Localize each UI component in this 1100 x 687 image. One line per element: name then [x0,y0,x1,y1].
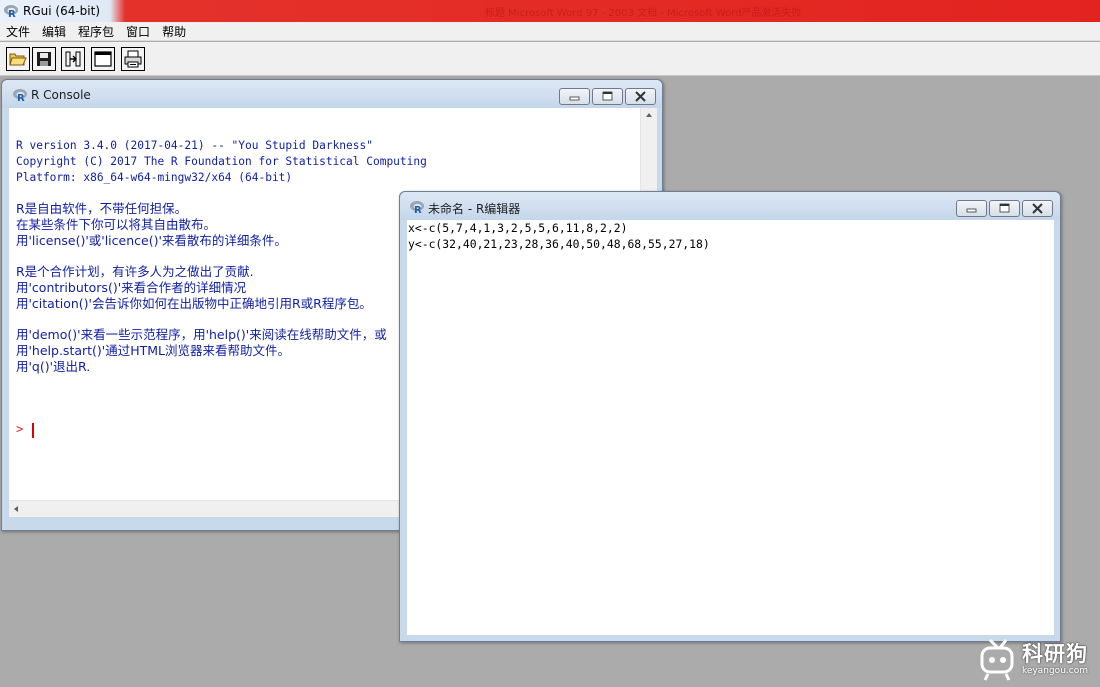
print-button[interactable] [121,47,145,71]
close-icon [635,91,646,102]
console-line: 用'contributors()'来看合作者的详细情况 [16,280,247,295]
menu-packages[interactable]: 程序包 [72,23,120,40]
menu-bar: 文件 编辑 程序包 窗口 帮助 [0,22,1100,41]
console-minimize-button[interactable] [559,88,590,105]
restore-icon [602,91,613,101]
open-script-button[interactable] [6,47,30,71]
app-titlebar[interactable]: R RGui (64-bit) 标题 Microsoft Word 97 - 2… [0,0,1100,22]
console-line: 用'citation()'会告诉你如何在出版物中正确地引用R或R程序包。 [16,296,372,311]
dog-mascot-icon [980,638,1014,681]
restore-icon [999,203,1010,213]
watermark-text: 科研狗 [1022,642,1088,666]
minimize-icon [966,208,977,213]
load-workspace-button[interactable] [61,47,85,71]
svg-text:R: R [8,9,16,19]
console-button[interactable] [91,47,115,71]
console-line: 用'help.start()'通过HTML浏览器来看帮助文件。 [16,343,291,358]
editor-close-button[interactable] [1022,200,1053,217]
menu-help[interactable]: 帮助 [156,23,192,40]
svg-text:R: R [17,93,25,103]
r-logo-icon: R [13,89,27,103]
toolbar [0,42,1100,76]
save-disk-icon [37,52,51,66]
watermark-logo: 科研狗 keyangou.com [976,636,1088,684]
print-icon [124,50,142,68]
open-folder-icon [9,53,27,66]
watermark-url: keyangou.com [1022,666,1088,676]
console-line: Copyright (C) 2017 The R Foundation for … [16,155,427,168]
console-line: R是个合作计划，有许多人为之做出了贡献. [16,264,254,279]
console-line: 在某些条件下你可以将其自由散布。 [16,217,217,232]
console-line: 用'license()'或'licence()'来看散布的详细条件。 [16,233,287,248]
console-restore-button[interactable] [592,88,623,105]
editor-code-line[interactable]: x<-c(5,7,4,1,3,2,5,5,6,11,8,2,2) [408,220,627,236]
console-line: 用'demo()'来看一些示范程序，用'help()'来阅读在线帮助文件，或 [16,327,387,342]
console-line: R是自由软件，不带任何担保。 [16,201,188,216]
scroll-left-arrow-icon[interactable] [14,506,18,512]
editor-text-area[interactable]: x<-c(5,7,4,1,3,2,5,5,6,11,8,2,2) y<-c(32… [407,220,1054,635]
app-title: RGui (64-bit) [23,4,101,18]
editor-minimize-button[interactable] [956,200,987,217]
console-line: Platform: x86_64-w64-mingw32/x64 (64-bit… [16,171,293,184]
console-title: R Console [31,88,91,102]
r-editor-window[interactable]: R 未命名 - R编辑器 x<-c(5,7,4,1,3,2,5,5,6,11,8… [399,191,1061,642]
console-window-icon [94,51,112,67]
r-logo-icon: R [4,5,18,19]
console-line: 用'q()'退出R. [16,359,91,374]
editor-restore-button[interactable] [989,200,1020,217]
scroll-up-arrow-icon[interactable] [646,113,652,117]
editor-title: 未命名 - R编辑器 [428,202,521,216]
r-logo-icon: R [410,201,424,215]
background-window-title: 标题 Microsoft Word 97 - 2003 文档 - Microso… [485,8,802,19]
editor-titlebar[interactable]: R 未命名 - R编辑器 [400,192,1060,220]
menu-window[interactable]: 窗口 [120,23,156,40]
console-close-button[interactable] [625,88,656,105]
text-caret [32,423,34,438]
close-icon [1032,203,1043,214]
console-prompt: > [16,422,24,436]
minimize-icon [569,96,580,101]
svg-text:R: R [414,205,422,215]
console-titlebar[interactable]: R R Console [2,80,662,108]
menu-file[interactable]: 文件 [0,23,36,40]
load-workspace-icon [65,51,81,67]
save-button[interactable] [32,47,56,71]
editor-code-line[interactable]: y<-c(32,40,21,23,28,36,40,50,48,68,55,27… [408,236,710,252]
console-line: R version 3.4.0 (2017-04-21) -- "You Stu… [16,139,373,152]
menu-edit[interactable]: 编辑 [36,23,72,40]
